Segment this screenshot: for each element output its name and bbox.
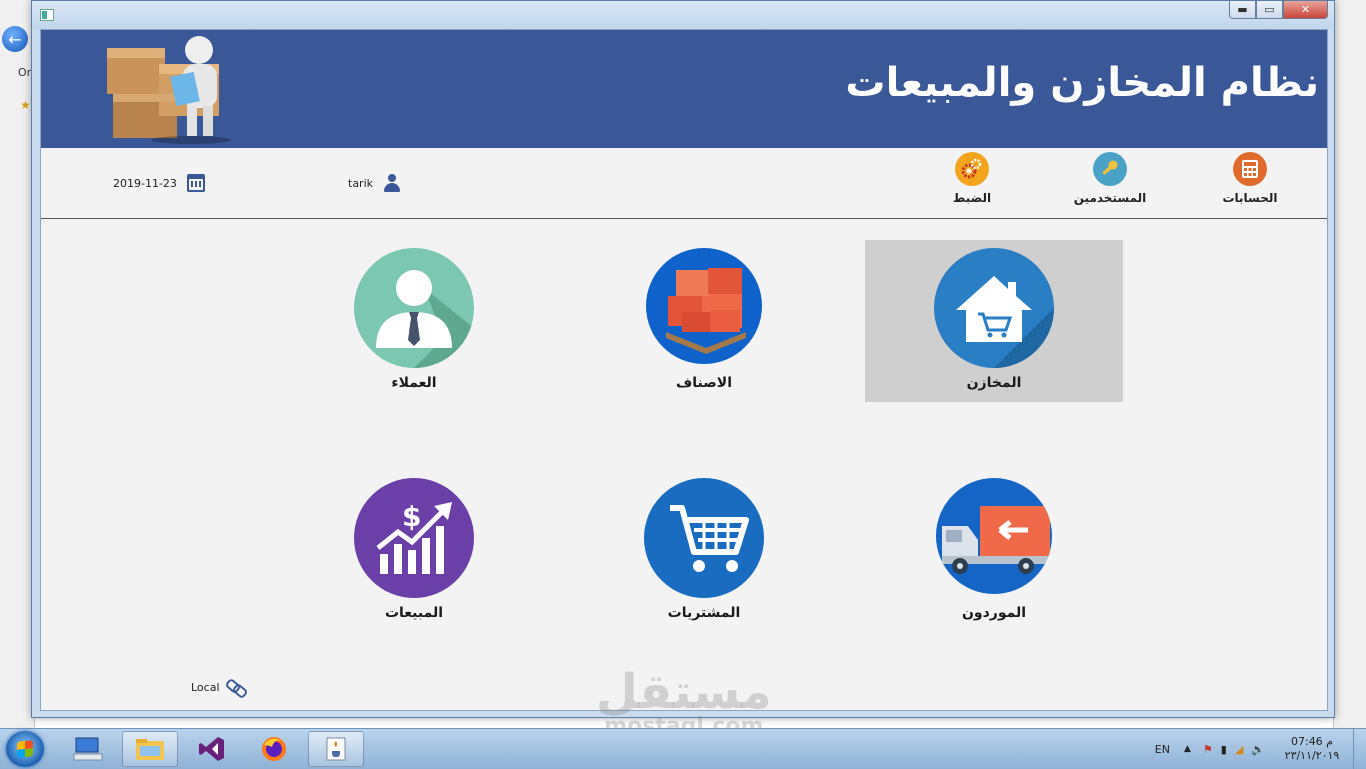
users-label: المستخدمين xyxy=(1073,191,1147,205)
warehouses-label: المخازن xyxy=(966,375,1022,391)
customers-label: العملاء xyxy=(391,375,437,391)
header-banner: نظام المخازن والمبيعات xyxy=(41,30,1327,148)
taskbar-firefox[interactable] xyxy=(246,731,302,767)
user-icon xyxy=(383,174,401,192)
star-icon: ★ xyxy=(20,98,31,112)
window-controls: ▬ ▭ ✕ xyxy=(1229,1,1328,21)
app-client-area: نظام المخازن والمبيعات الحسابات المستخدم… xyxy=(40,29,1328,711)
toolbar: الحسابات المستخدمين الضبط tarik 2019-11-… xyxy=(41,148,1327,219)
app-title: نظام المخازن والمبيعات xyxy=(845,60,1319,106)
close-button[interactable]: ✕ xyxy=(1283,1,1328,19)
start-button[interactable] xyxy=(6,731,44,767)
clock-time: 07:46 م xyxy=(1290,735,1333,748)
back-arrow-icon[interactable]: ← xyxy=(2,26,28,52)
customers-tile[interactable]: العملاء xyxy=(285,240,543,402)
users-button[interactable]: المستخدمين xyxy=(1065,152,1155,205)
purchases-tile[interactable]: المشتريات xyxy=(575,470,833,632)
app-icon xyxy=(40,9,54,21)
show-hidden-icons-button[interactable]: ▲ xyxy=(1184,744,1191,754)
background-window-right xyxy=(1333,0,1366,728)
action-center-icon[interactable]: ⚑ xyxy=(1203,743,1213,756)
maximize-button[interactable]: ▭ xyxy=(1256,1,1283,19)
date-text: 2019-11-23 xyxy=(113,176,177,190)
boxes-mascot-logo xyxy=(107,36,231,144)
background-window-left: ← Or ★ xyxy=(0,0,35,728)
items-label: الاصناف xyxy=(676,375,732,391)
calculator-icon xyxy=(1233,152,1267,186)
sales-chart-icon: $ xyxy=(354,478,474,598)
items-tile[interactable]: الاصناف xyxy=(575,240,833,402)
current-user: tarik xyxy=(348,174,401,192)
customer-icon xyxy=(354,248,474,368)
taskbar-keyboard-app[interactable] xyxy=(60,731,116,767)
link-icon xyxy=(226,680,246,694)
battery-icon[interactable]: ▮ xyxy=(1221,743,1227,756)
warehouses-tile[interactable]: المخازن xyxy=(865,240,1123,402)
calendar-icon xyxy=(186,174,205,192)
watermark-arabic: مستقل xyxy=(596,664,772,720)
settings-label: الضبط xyxy=(952,191,992,205)
firefox-icon xyxy=(262,737,286,761)
key-icon xyxy=(1093,152,1127,186)
language-indicator[interactable]: EN xyxy=(1155,743,1170,756)
connection-status: Local xyxy=(191,680,246,694)
settings-button[interactable]: الضبط xyxy=(927,152,1017,205)
volume-icon[interactable]: 🔈 xyxy=(1251,743,1265,756)
svg-text:$: $ xyxy=(402,500,421,533)
warehouse-cart-icon xyxy=(934,248,1054,368)
clock[interactable]: 07:46 م ٢٣/١١/٢٠١٩ xyxy=(1271,735,1353,763)
taskbar-java-app[interactable] xyxy=(308,731,364,767)
current-date: 2019-11-23 xyxy=(113,174,205,192)
boxes-icon xyxy=(646,248,762,364)
taskbar: EN ▲ ⚑ ▮ ◢ 🔈 07:46 م ٢٣/١١/٢٠١٩ xyxy=(0,728,1366,769)
suppliers-tile[interactable]: الموردون xyxy=(865,470,1123,632)
minimize-button[interactable]: ▬ xyxy=(1229,1,1256,19)
gears-icon xyxy=(955,152,989,186)
sales-label: المبيعات xyxy=(384,605,444,621)
title-bar: ▬ ▭ ✕ xyxy=(32,1,1334,29)
app-window: ▬ ▭ ✕ نظام المخازن والمبيعات الحسابات ال… xyxy=(31,0,1335,718)
background-text: Or xyxy=(18,66,32,79)
purchases-label: المشتريات xyxy=(667,605,741,621)
accounts-button[interactable]: الحسابات xyxy=(1205,152,1295,205)
visual-studio-icon xyxy=(199,737,224,761)
truck-icon xyxy=(936,478,1052,594)
suppliers-label: الموردون xyxy=(961,605,1027,621)
show-desktop-button[interactable] xyxy=(1353,729,1366,769)
taskbar-visual-studio[interactable] xyxy=(184,731,240,767)
sales-tile[interactable]: $ المبيعات xyxy=(285,470,543,632)
clock-date: ٢٣/١١/٢٠١٩ xyxy=(1284,749,1340,762)
keyboard-icon xyxy=(73,737,103,761)
taskbar-explorer[interactable] xyxy=(122,731,178,767)
connection-text: Local xyxy=(191,680,220,694)
folder-icon xyxy=(136,739,164,760)
java-icon xyxy=(326,737,346,761)
cart-icon xyxy=(644,478,764,598)
accounts-label: الحسابات xyxy=(1222,191,1278,205)
system-tray: EN ▲ ⚑ ▮ ◢ 🔈 07:46 م ٢٣/١١/٢٠١٩ xyxy=(1155,729,1366,769)
network-icon[interactable]: ◢ xyxy=(1235,743,1243,756)
username-text: tarik xyxy=(348,176,374,190)
